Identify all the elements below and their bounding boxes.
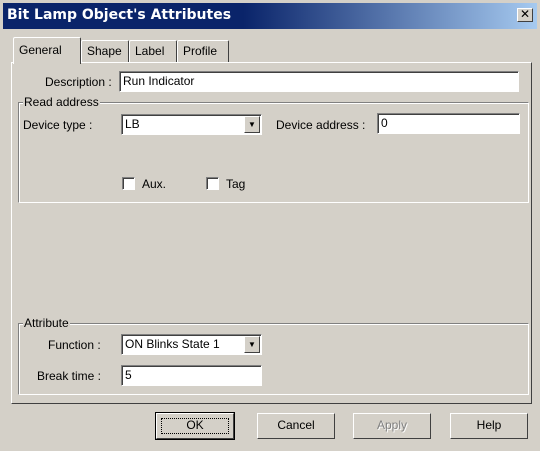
tab-label[interactable]: Label — [129, 40, 177, 62]
tab-profile[interactable]: Profile — [177, 40, 229, 62]
cancel-button[interactable]: Cancel — [257, 413, 335, 439]
title-bar[interactable]: Bit Lamp Object's Attributes ✕ — [3, 3, 537, 29]
tab-profile-label: Profile — [183, 44, 218, 58]
help-button[interactable]: Help — [450, 413, 528, 439]
help-button-label: Help — [476, 418, 502, 432]
ok-button[interactable]: OK — [155, 412, 235, 440]
close-icon[interactable]: ✕ — [517, 8, 533, 22]
apply-button[interactable]: Apply — [353, 413, 431, 439]
tab-shape-label: Shape — [87, 44, 122, 58]
tab-shape[interactable]: Shape — [81, 40, 129, 62]
cancel-button-label: Cancel — [277, 418, 315, 432]
tab-panel-general — [11, 62, 532, 404]
tab-general[interactable]: General — [13, 37, 81, 64]
dialog-window: Bit Lamp Object's Attributes ✕ General S… — [0, 0, 540, 451]
tab-label-label: Label — [135, 44, 165, 58]
focus-rect — [161, 418, 229, 434]
apply-button-label: Apply — [376, 418, 408, 432]
window-title: Bit Lamp Object's Attributes — [7, 7, 232, 23]
tab-general-label: General — [19, 43, 62, 57]
